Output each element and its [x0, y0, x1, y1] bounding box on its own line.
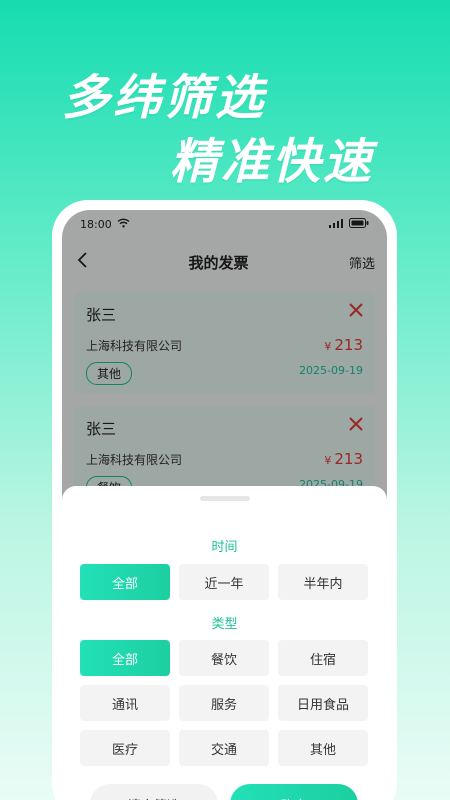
app-screen: 18:00 我的发票 筛选 张三 上海科技有限公司 其他 ¥ 213 2025-… — [62, 210, 387, 800]
type-section-title: 类型 — [211, 617, 238, 632]
time-section-title: 时间 — [211, 540, 238, 555]
type-option-groceries[interactable]: 日用食品 — [278, 685, 368, 721]
type-option-dining[interactable]: 餐饮 — [179, 640, 269, 676]
reset-filter-button[interactable]: 清空筛选 — [90, 784, 218, 800]
type-option-all[interactable]: 全部 — [80, 640, 170, 676]
type-option-telecom[interactable]: 通讯 — [80, 685, 170, 721]
type-option-service[interactable]: 服务 — [179, 685, 269, 721]
time-option-half-year[interactable]: 半年内 — [278, 564, 368, 600]
type-option-other[interactable]: 其他 — [278, 730, 368, 766]
time-option-last-year[interactable]: 近一年 — [179, 564, 269, 600]
type-option-medical[interactable]: 医疗 — [80, 730, 170, 766]
time-option-all[interactable]: 全部 — [80, 564, 170, 600]
confirm-button[interactable]: 确定 — [230, 784, 358, 800]
type-option-transport[interactable]: 交通 — [179, 730, 269, 766]
promo-headline-1: 多纬筛选 — [62, 70, 267, 126]
filter-sheet: 时间 全部 近一年 半年内 类型 全部 餐饮 住宿 通讯 服务 日用食品 医疗 … — [62, 486, 387, 800]
promo-headline-2: 精准快速 — [170, 134, 375, 190]
sheet-handle[interactable] — [199, 496, 250, 501]
phone-frame: 18:00 我的发票 筛选 张三 上海科技有限公司 其他 ¥ 213 2025-… — [52, 200, 397, 800]
type-option-lodging[interactable]: 住宿 — [278, 640, 368, 676]
